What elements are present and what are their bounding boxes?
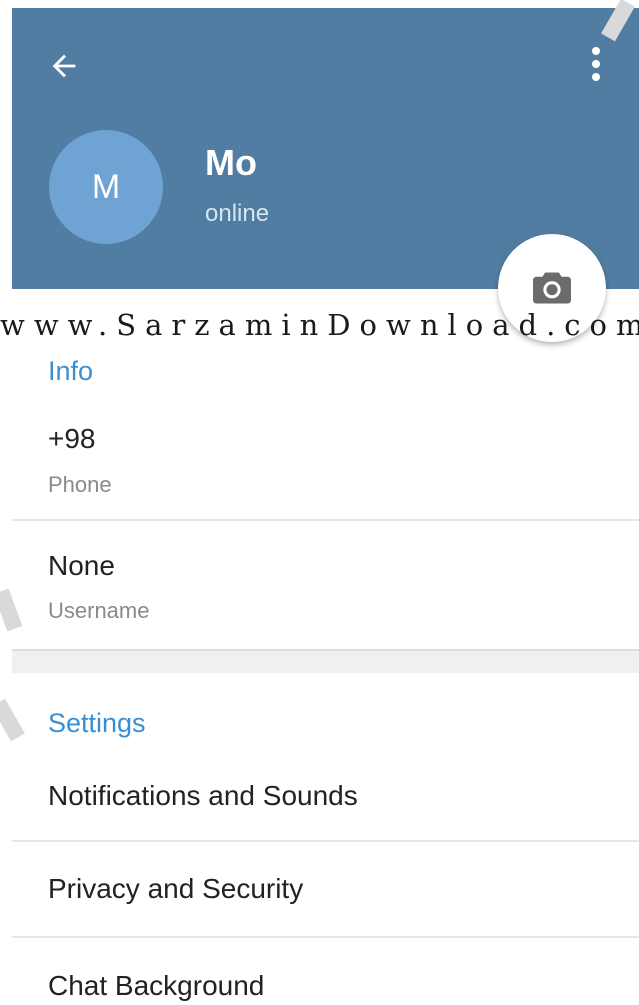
avatar-initial: M — [91, 167, 121, 206]
settings-item-label: Chat Background — [48, 970, 265, 1001]
username-row[interactable]: None Username — [12, 540, 639, 646]
section-separator — [12, 649, 639, 673]
back-button[interactable] — [42, 44, 86, 88]
settings-section-title: Settings — [48, 708, 146, 738]
profile-name: Mo — [205, 142, 257, 183]
more-options-button[interactable] — [574, 42, 618, 86]
phone-row[interactable]: +98 Phone — [12, 413, 639, 519]
avatar[interactable]: M — [49, 130, 163, 244]
arrow-left-icon — [52, 54, 76, 78]
camera-icon — [533, 272, 571, 304]
username-label: Username — [48, 598, 150, 623]
online-status: online — [205, 200, 270, 227]
info-section-title: Info — [48, 356, 94, 386]
settings-item-label: Privacy and Security — [48, 873, 304, 904]
settings-item-chat-background[interactable]: Chat Background — [12, 938, 639, 1005]
phone-label: Phone — [48, 472, 112, 497]
settings-item-label: Notifications and Sounds — [48, 780, 358, 811]
more-vertical-icon — [592, 47, 600, 81]
settings-item-notifications[interactable]: Notifications and Sounds — [12, 768, 639, 840]
profile-screen: M Mo online Info +98 Phone None Username… — [12, 8, 639, 1005]
username-value: None — [48, 550, 115, 581]
divider — [12, 519, 639, 521]
watermark-text: www.SarzaminDownload.com — [0, 308, 639, 342]
phone-value: +98 — [48, 423, 96, 454]
settings-item-privacy[interactable]: Privacy and Security — [12, 842, 639, 936]
